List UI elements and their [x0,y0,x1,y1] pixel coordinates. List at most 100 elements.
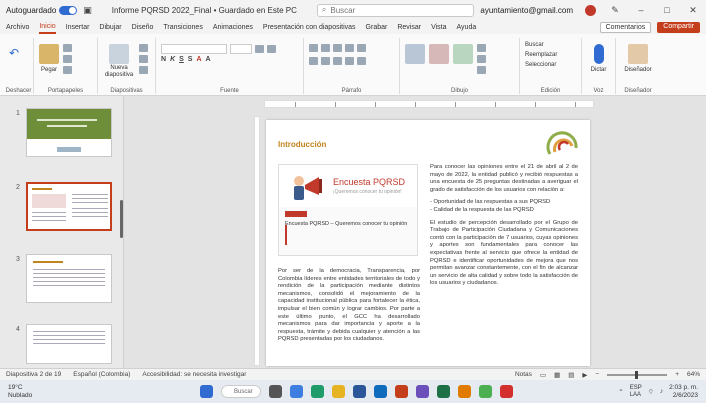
volume-icon[interactable]: ♪ [660,388,663,395]
layout-icon[interactable] [139,44,148,52]
powerpoint-icon[interactable] [395,385,408,398]
font-name-select[interactable] [161,44,227,54]
edge-icon[interactable] [311,385,324,398]
shape-outline-icon[interactable] [477,55,486,63]
tab-vista[interactable]: Vista [431,24,446,31]
app-icon[interactable] [500,385,513,398]
close-icon[interactable]: ✕ [686,5,700,16]
arrange-icon[interactable] [429,44,449,64]
shape-fill-icon[interactable] [477,44,486,52]
strikethrough-icon[interactable]: S [188,56,193,63]
slideshow-icon[interactable]: ▶ [582,371,587,379]
save-icon[interactable]: ▣ [83,5,92,16]
cut-icon[interactable] [63,44,72,52]
file-explorer-icon[interactable] [332,385,345,398]
autosave-toggle[interactable] [59,5,78,15]
tray-chevron-icon[interactable]: ⌃ [618,388,623,396]
teams-icon[interactable] [416,385,429,398]
zoom-slider-thumb[interactable] [635,370,639,379]
bold-icon[interactable]: N [161,56,166,63]
pen-icon[interactable]: ✎ [608,5,622,16]
undo-icon[interactable]: ↶ [9,46,19,60]
shapes-icon[interactable] [405,44,425,64]
font-size-select[interactable] [230,44,252,54]
reading-view-icon[interactable]: ▤ [568,371,574,379]
tab-grabar[interactable]: Grabar [366,24,388,31]
align-center-icon[interactable] [321,57,330,65]
start-icon[interactable] [200,385,213,398]
accessibility-indicator[interactable]: Accesibilidad: se necesita investigar [142,371,246,378]
wifi-icon[interactable]: ⌔ [648,387,654,396]
italic-icon[interactable]: K [170,56,175,63]
tab-archivo[interactable]: Archivo [6,24,29,31]
align-left-icon[interactable] [309,57,318,65]
line-spacing-icon[interactable] [357,44,366,52]
tab-insertar[interactable]: Insertar [66,24,90,31]
increase-indent-icon[interactable] [345,44,354,52]
shape-effects-icon[interactable] [477,66,486,74]
reset-icon[interactable] [139,55,148,63]
section-icon[interactable] [139,66,148,74]
tab-transiciones[interactable]: Transiciones [163,24,202,31]
comments-button[interactable]: Comentarios [599,21,652,33]
right-text-box[interactable]: Para conocer las opiniones entre el 21 d… [430,164,578,293]
thumbnail-scrollbar[interactable] [120,200,123,238]
minimize-icon[interactable]: – [634,5,648,15]
mail-icon[interactable] [374,385,387,398]
zoom-in-icon[interactable]: + [675,371,679,378]
justify-icon[interactable] [345,57,354,65]
excel-icon[interactable] [437,385,450,398]
tab-presentacion[interactable]: Presentación con diapositivas [263,24,356,31]
chrome-icon[interactable] [479,385,492,398]
slide-title[interactable]: Introducción [278,140,326,149]
shrink-font-icon[interactable] [267,45,276,53]
font-color-icon[interactable]: A [196,56,201,63]
notes-button[interactable]: Notas [515,371,532,378]
left-text-box[interactable]: Por ser de la democracia, Transparencia,… [278,268,420,344]
columns-icon[interactable] [357,57,366,65]
copy-icon[interactable] [63,55,72,63]
clock[interactable]: 2:03 p. m. 2/6/2023 [669,384,698,400]
quick-styles-icon[interactable] [453,44,473,64]
task-view-icon[interactable] [269,385,282,398]
highlight-icon[interactable]: A [206,56,211,63]
paste-icon[interactable] [39,44,59,64]
slide-sorter-icon[interactable]: ▦ [554,371,560,379]
align-right-icon[interactable] [333,57,342,65]
language-code[interactable]: ESP LAA [630,385,642,399]
slide-thumbnail-1[interactable] [26,108,112,157]
zoom-out-icon[interactable]: − [595,371,599,378]
tab-diseno[interactable]: Diseño [132,24,154,31]
tab-inicio[interactable]: Inicio [39,21,56,34]
survey-image[interactable]: Encuesta PQRSD ¡Queremos conocer tu opin… [278,164,418,256]
grow-font-icon[interactable] [255,45,264,53]
language-indicator[interactable]: Español (Colombia) [73,371,130,378]
slide-thumbnail-2[interactable] [26,182,112,231]
share-button[interactable]: Compartir [657,21,700,33]
zoom-slider[interactable] [607,370,668,379]
current-slide[interactable]: Introducción Encuesta PQRSD ¡Queremos co… [266,120,590,366]
underline-icon[interactable]: S [179,56,184,63]
search-input[interactable]: ⌕ Buscar [316,3,475,17]
weather-widget[interactable]: 19°C Nublado [8,384,32,400]
store-icon[interactable] [458,385,471,398]
chat-icon[interactable] [290,385,303,398]
bullets-icon[interactable] [309,44,318,52]
decrease-indent-icon[interactable] [333,44,342,52]
slide-thumbnail-3[interactable] [26,254,112,303]
numbering-icon[interactable] [321,44,330,52]
maximize-icon[interactable]: □ [660,5,674,15]
zoom-level[interactable]: 64% [687,371,700,378]
microphone-icon[interactable] [593,44,604,64]
tab-ayuda[interactable]: Ayuda [457,24,477,31]
replace-button[interactable]: Reemplazar [525,50,557,60]
autosave-control[interactable]: Autoguardado [6,5,78,15]
tab-animaciones[interactable]: Animaciones [213,24,253,31]
slide-thumbnail-4[interactable] [26,324,112,364]
select-button[interactable]: Seleccionar [525,60,556,70]
normal-view-icon[interactable]: ▭ [540,371,546,379]
tab-revisar[interactable]: Revisar [397,24,421,31]
format-painter-icon[interactable] [63,66,72,74]
taskbar-search[interactable]: Buscar [221,385,261,398]
designer-icon[interactable] [628,44,648,64]
